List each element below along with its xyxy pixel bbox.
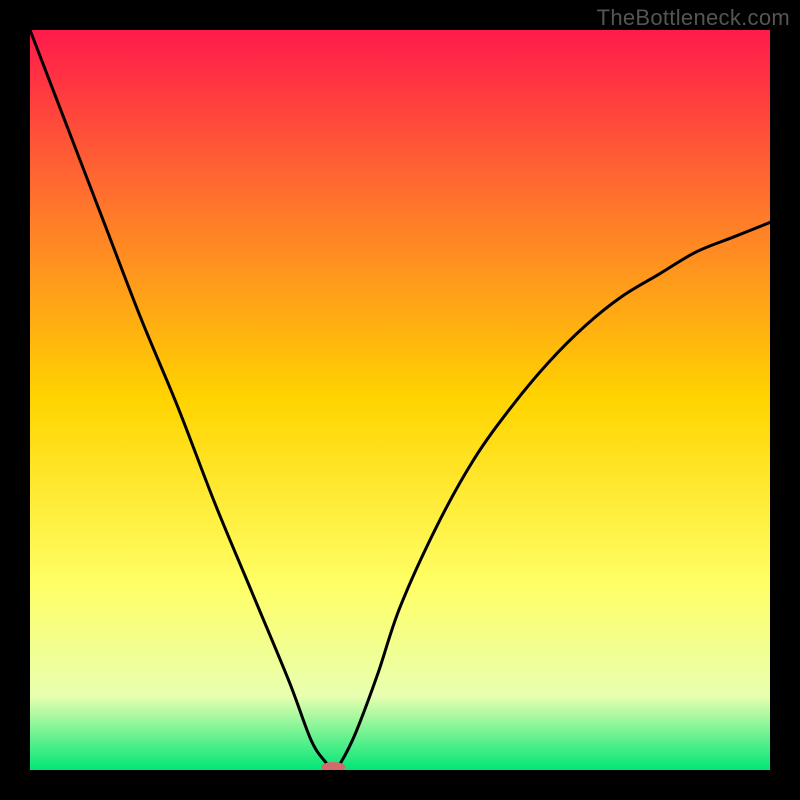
watermark-text: TheBottleneck.com <box>597 5 790 31</box>
chart-frame: TheBottleneck.com <box>0 0 800 800</box>
gradient-background <box>30 30 770 770</box>
chart-svg <box>30 30 770 770</box>
plot-area <box>30 30 770 770</box>
